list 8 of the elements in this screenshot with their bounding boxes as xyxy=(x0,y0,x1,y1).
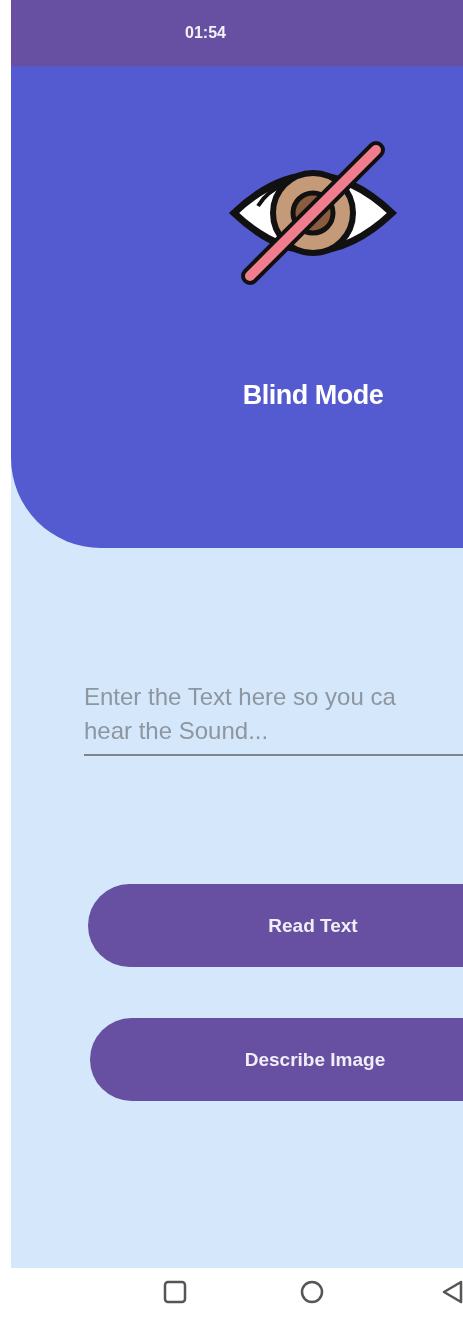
action-button[interactable]: Read Text xyxy=(88,884,463,967)
recents-icon[interactable] xyxy=(163,1280,187,1304)
action-button[interactable]: Describe Image xyxy=(90,1018,463,1101)
screen-title: Blind Mode xyxy=(242,380,384,411)
back-icon[interactable] xyxy=(441,1280,463,1304)
status-time: 01:54 xyxy=(185,24,226,42)
placeholder-text: Enter the Text here so you ca hear the Sound... xyxy=(84,682,397,746)
home-icon[interactable] xyxy=(300,1280,324,1304)
